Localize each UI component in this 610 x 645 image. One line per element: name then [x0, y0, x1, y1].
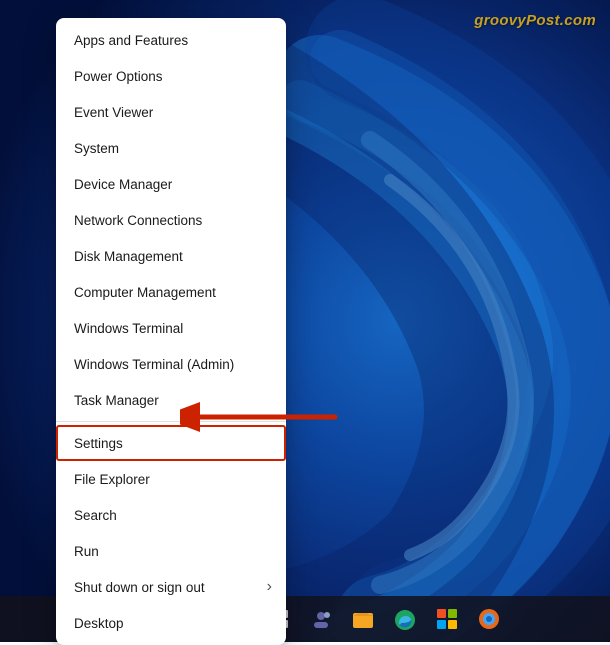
firefox-button[interactable]: [471, 601, 507, 637]
edge-button[interactable]: [387, 601, 423, 637]
context-menu: Apps and FeaturesPower OptionsEvent View…: [56, 18, 286, 645]
menu-separator-10: [56, 421, 286, 422]
store-icon: [436, 608, 458, 630]
teams-button[interactable]: [303, 601, 339, 637]
file-explorer-button[interactable]: [345, 601, 381, 637]
menu-item-windows-terminal-admin[interactable]: Windows Terminal (Admin): [56, 346, 286, 382]
menu-item-apps-features[interactable]: Apps and Features: [56, 22, 286, 58]
menu-item-device-manager[interactable]: Device Manager: [56, 166, 286, 202]
menu-item-run[interactable]: Run: [56, 533, 286, 569]
menu-item-task-manager[interactable]: Task Manager: [56, 382, 286, 418]
menu-item-desktop[interactable]: Desktop: [56, 605, 286, 641]
menu-item-computer-management[interactable]: Computer Management: [56, 274, 286, 310]
menu-item-power-options[interactable]: Power Options: [56, 58, 286, 94]
menu-item-search[interactable]: Search: [56, 497, 286, 533]
menu-item-system[interactable]: System: [56, 130, 286, 166]
menu-item-network-connections[interactable]: Network Connections: [56, 202, 286, 238]
firefox-icon: [478, 608, 500, 630]
menu-item-event-viewer[interactable]: Event Viewer: [56, 94, 286, 130]
microsoft-store-button[interactable]: [429, 601, 465, 637]
file-explorer-icon: [352, 608, 374, 630]
watermark: groovyPost.com: [474, 12, 596, 29]
menu-item-disk-management[interactable]: Disk Management: [56, 238, 286, 274]
menu-item-settings[interactable]: Settings: [56, 425, 286, 461]
menu-item-file-explorer[interactable]: File Explorer: [56, 461, 286, 497]
teams-icon: [310, 608, 332, 630]
edge-icon: [394, 608, 416, 630]
menu-item-shut-down[interactable]: Shut down or sign out: [56, 569, 286, 605]
menu-item-windows-terminal[interactable]: Windows Terminal: [56, 310, 286, 346]
